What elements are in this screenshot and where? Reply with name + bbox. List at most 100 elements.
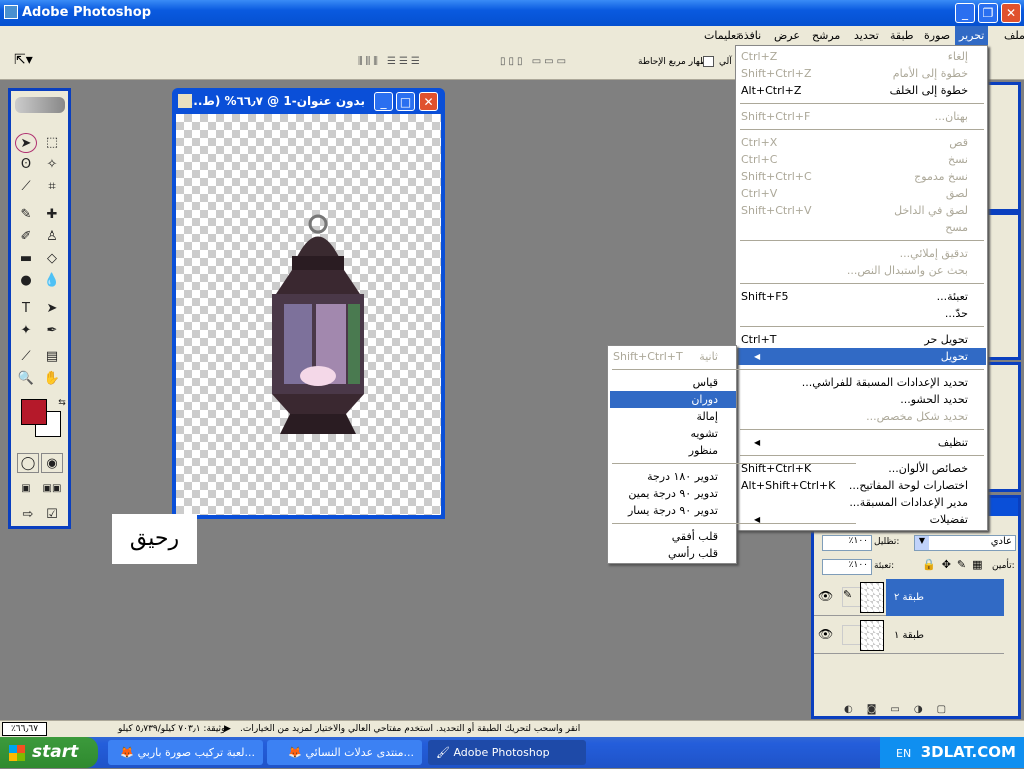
menu-item[interactable]: نسخ مدموج Shift+Ctrl+C: [738, 168, 986, 185]
menu-item[interactable]: تدقيق إملائي...: [738, 245, 986, 262]
menu-item[interactable]: قياس: [610, 374, 736, 391]
screen-mode-buttons[interactable]: ▣: [15, 479, 37, 499]
menu-item[interactable]: تحديد الإعدادات المسبقة للفراشي...: [738, 374, 986, 391]
jump-to-imageready-button[interactable]: ⇨: [17, 505, 39, 525]
taskbar-item-photoshop[interactable]: 🖌 Adobe Photoshop: [428, 740, 586, 765]
menu-item[interactable]: تدوير ١٨٠ درجة: [610, 468, 736, 485]
lasso-tool[interactable]: ʘ: [15, 155, 37, 175]
eye-icon[interactable]: 👁: [818, 627, 833, 641]
menu-3[interactable]: طبقة: [886, 26, 918, 46]
menu-item[interactable]: مسح: [738, 219, 986, 236]
link-brush-icon[interactable]: [842, 625, 862, 645]
language-indicator[interactable]: EN: [896, 747, 911, 760]
brush-tool[interactable]: ✎: [15, 205, 37, 225]
menu-item[interactable]: إمالة: [610, 408, 736, 425]
type-tool[interactable]: T: [15, 299, 37, 319]
menu-item[interactable]: تدوير ٩٠ درجة يسار: [610, 502, 736, 519]
menu-1[interactable]: تحرير: [955, 26, 989, 46]
hand-tool[interactable]: ✋: [41, 369, 63, 389]
lock-icons[interactable]: 🔒✥✎▦: [922, 558, 989, 571]
doc-close-button[interactable]: ✕: [419, 92, 438, 111]
menu-item[interactable]: قلب أفقي: [610, 528, 736, 545]
layer-row[interactable]: 👁 طبقة ١: [814, 617, 1004, 654]
notes-tool[interactable]: ▤: [41, 347, 63, 367]
path-selection-tool[interactable]: ➤: [41, 299, 63, 319]
menu-item[interactable]: ثانية Shift+Ctrl+T: [610, 348, 736, 365]
menu-item[interactable]: حدّ...: [738, 305, 986, 322]
fill-input[interactable]: ٪١٠٠: [822, 559, 872, 575]
blur-tool[interactable]: 💧: [41, 271, 63, 291]
status-menu-arrow[interactable]: ▶: [224, 721, 231, 737]
menu-item[interactable]: دوران: [610, 391, 736, 408]
stamp-tool[interactable]: ♙: [41, 227, 63, 247]
opacity-input[interactable]: ٪١٠٠: [822, 535, 872, 551]
menu-item[interactable]: تحديد الحشو...: [738, 391, 986, 408]
layer-footer-buttons[interactable]: ◐◙▭◑▢: [844, 704, 984, 718]
menu-8[interactable]: تعليمات: [700, 26, 743, 46]
link-brush-icon[interactable]: ✎: [842, 587, 862, 607]
menu-6[interactable]: عرض: [770, 26, 804, 46]
menu-item[interactable]: نسخ Ctrl+C: [738, 151, 986, 168]
menu-item[interactable]: مدير الإعدادات المسبقة...: [738, 494, 986, 511]
menu-item[interactable]: خطوة إلى الأمام Shift+Ctrl+Z: [738, 65, 986, 82]
menu-item[interactable]: لصق في الداخل Shift+Ctrl+V: [738, 202, 986, 219]
zoom-tool[interactable]: 🔍: [15, 369, 37, 389]
doc-maximize-button[interactable]: □: [396, 92, 415, 111]
slice-tool[interactable]: ⟋: [15, 177, 37, 197]
show-bounding-box-checkbox[interactable]: [703, 56, 714, 67]
move-tool[interactable]: ➤: [15, 133, 37, 153]
align-buttons[interactable]: ▯▯▯ ▭▭▭: [500, 56, 630, 70]
menu-item[interactable]: تحويل حر Ctrl+T: [738, 331, 986, 348]
menu-4[interactable]: تحديد: [850, 26, 883, 46]
magic-wand-tool[interactable]: ✧: [41, 155, 63, 175]
menu-item[interactable]: منظور: [610, 442, 736, 459]
fullscreen-mode-button[interactable]: ▣▣: [41, 479, 63, 499]
history-brush-tool[interactable]: ✐: [15, 227, 37, 247]
menu-item[interactable]: تحديد شكل مخصص...: [738, 408, 986, 425]
eye-icon[interactable]: 👁: [818, 589, 833, 603]
taskbar-item-firefox-2[interactable]: ...منتدى عدلات النسائي 🦊: [267, 740, 422, 765]
foreground-color-swatch[interactable]: [21, 399, 47, 425]
gradient-tool[interactable]: ▬: [15, 249, 37, 269]
eyedropper-tool[interactable]: ⟋: [15, 347, 37, 367]
menu-item[interactable]: قص Ctrl+X: [738, 134, 986, 151]
menu-item[interactable]: قلب رأسي: [610, 545, 736, 562]
menu-item[interactable]: تفضيلات ◀: [738, 511, 986, 528]
menu-item[interactable]: خطوة إلى الخلف Alt+Ctrl+Z: [738, 82, 986, 99]
menu-item[interactable]: تنظيف ◀: [738, 434, 986, 451]
blend-mode-select[interactable]: عادي ▼: [914, 535, 1016, 551]
doc-minimize-button[interactable]: _: [374, 92, 393, 111]
menu-item[interactable]: تشويه: [610, 425, 736, 442]
menu-item[interactable]: بحث عن واستبدال النص...: [738, 262, 986, 279]
move-tool-preset-picker[interactable]: ⇱▾: [14, 52, 54, 74]
image-canvas[interactable]: [176, 114, 441, 515]
crop-tool[interactable]: ⌗: [41, 177, 63, 197]
zoom-level[interactable]: ٪٦٦٫٦٧: [2, 722, 47, 736]
menu-item[interactable]: تدوير ٩٠ درجة يمين: [610, 485, 736, 502]
pen-tool[interactable]: ✒: [41, 321, 63, 341]
maximize-button[interactable]: ❐: [978, 3, 998, 23]
menu-2[interactable]: صورة: [920, 26, 954, 46]
menu-item[interactable]: تعبئة... Shift+F5: [738, 288, 986, 305]
edit-in-imageready-icon[interactable]: ☑: [41, 505, 63, 525]
menu-item[interactable]: تحويل ◀: [738, 348, 986, 365]
eraser-tool[interactable]: ◇: [41, 249, 63, 269]
shape-tool[interactable]: ✦: [15, 321, 37, 341]
menu-5[interactable]: مرشح: [808, 26, 844, 46]
menu-0[interactable]: ملف: [1000, 26, 1024, 46]
standard-mode-button[interactable]: ◯: [17, 453, 39, 473]
healing-tool[interactable]: ✚: [41, 205, 63, 225]
menu-item[interactable]: اختصارات لوحة المفاتيح... Alt+Shift+Ctrl+…: [738, 477, 986, 494]
burn-tool[interactable]: ●: [15, 271, 37, 291]
marquee-tool[interactable]: ⬚: [41, 133, 63, 153]
minimize-button[interactable]: _: [955, 3, 975, 23]
distribute-buttons[interactable]: ⫼⫼⫼ ☰☰☰: [358, 56, 458, 70]
menu-item[interactable]: بهتان... Shift+Ctrl+F: [738, 108, 986, 125]
layer-row[interactable]: 👁 ✎ طبقة ٢: [814, 579, 1004, 616]
menu-item[interactable]: إلغاء Ctrl+Z: [738, 48, 986, 65]
close-button[interactable]: ✕: [1001, 3, 1021, 23]
menu-item[interactable]: لصق Ctrl+V: [738, 185, 986, 202]
swap-colors-icon[interactable]: ⇆: [51, 393, 73, 413]
quick-mask-button[interactable]: ◉: [41, 453, 63, 473]
start-button[interactable]: start: [0, 737, 98, 768]
